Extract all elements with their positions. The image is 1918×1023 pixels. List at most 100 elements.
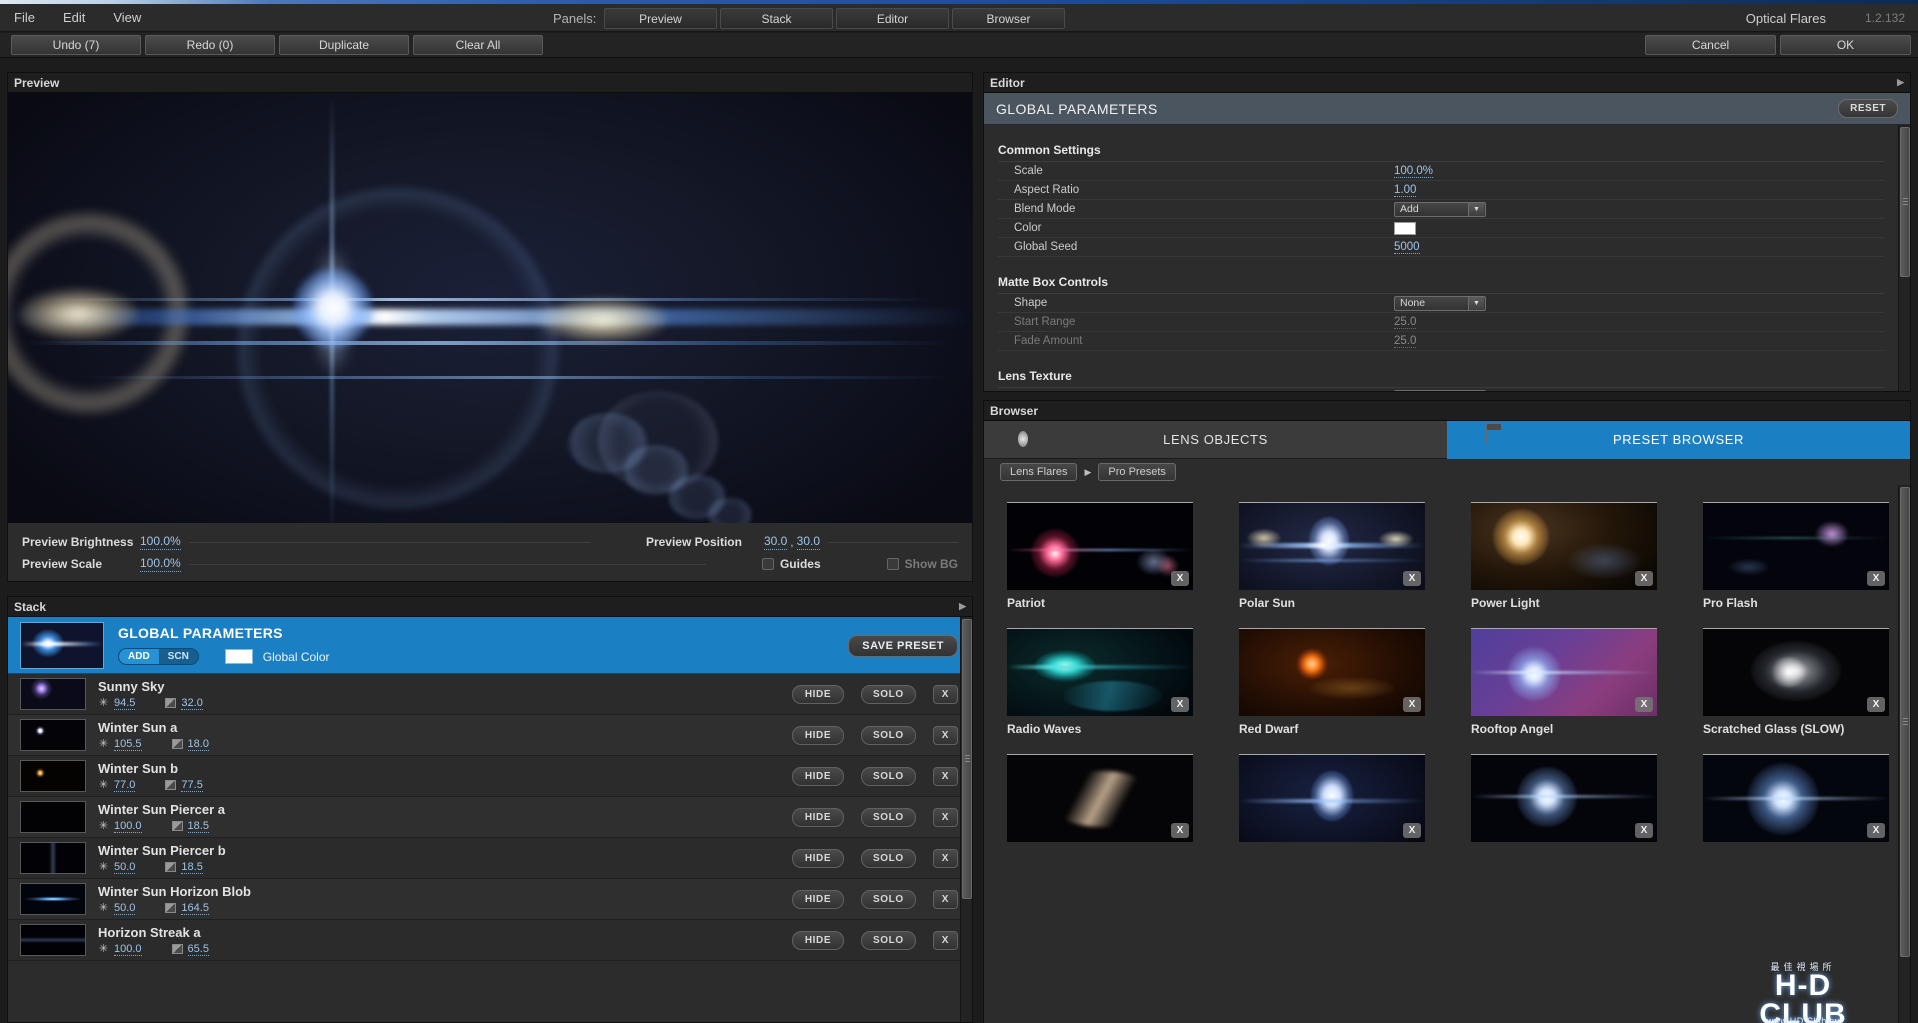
preset-thumbnail[interactable]: X [1239, 754, 1425, 842]
preview-position-x[interactable]: 30.0 [763, 534, 788, 550]
preset-thumbnail[interactable]: X [1007, 502, 1193, 590]
list-item[interactable]: X Power Light [1471, 502, 1657, 610]
tab-preset-browser[interactable]: PRESET BROWSER [1447, 421, 1910, 459]
blend-mode-select[interactable]: Add ▼ [1394, 201, 1486, 217]
panel-tab-stack[interactable]: Stack [720, 8, 833, 29]
editor-scrollbar-thumb[interactable] [1900, 127, 1910, 277]
preset-delete-icon[interactable]: X [1867, 697, 1885, 712]
preset-delete-icon[interactable]: X [1403, 823, 1421, 838]
layer-delete-button[interactable]: X [932, 930, 958, 950]
clear-all-button[interactable]: Clear All [413, 35, 543, 55]
list-item[interactable]: X Polar Sun [1239, 502, 1425, 610]
table-row[interactable]: Winter Sun Horizon Blob ✳ 50.0 164.5 HID… [8, 879, 972, 920]
preset-delete-icon[interactable]: X [1867, 571, 1885, 586]
layer-delete-button[interactable]: X [932, 807, 958, 827]
list-item[interactable]: X [1239, 754, 1425, 848]
menu-item-view[interactable]: View [99, 4, 155, 32]
editor-collapse-arrow-icon[interactable]: ▶ [1897, 77, 1904, 88]
show-bg-checkbox[interactable] [886, 558, 899, 570]
layer-brightness-value[interactable]: 77.0 [114, 779, 136, 792]
layer-solo-button[interactable]: SOLO [860, 889, 916, 909]
list-item[interactable]: X Red Dwarf [1239, 628, 1425, 736]
preset-thumbnail[interactable]: X [1239, 502, 1425, 590]
preset-thumbnail[interactable]: X [1703, 628, 1889, 716]
shape-select[interactable]: None ▼ [1394, 295, 1486, 311]
tab-lens-objects[interactable]: LENS OBJECTS [984, 421, 1447, 459]
blend-scn-toggle[interactable]: SCN [159, 649, 198, 664]
table-row[interactable]: Winter Sun Piercer b ✳ 50.0 18.5 HIDE SO… [8, 838, 972, 879]
layer-hide-button[interactable]: HIDE [791, 930, 844, 950]
list-item[interactable]: X Patriot [1007, 502, 1193, 610]
layer-solo-button[interactable]: SOLO [860, 807, 916, 827]
layer-solo-button[interactable]: SOLO [860, 684, 916, 704]
layer-delete-button[interactable]: X [932, 766, 958, 786]
undo-button[interactable]: Undo (7) [11, 35, 141, 55]
editor-scrollbar[interactable] [1898, 125, 1910, 391]
layer-solo-button[interactable]: SOLO [860, 930, 916, 950]
stack-scrollbar-thumb[interactable] [962, 619, 972, 899]
layer-size-value[interactable]: 65.5 [187, 943, 209, 956]
layer-delete-button[interactable]: X [932, 725, 958, 745]
preset-delete-icon[interactable]: X [1171, 697, 1189, 712]
layer-solo-button[interactable]: SOLO [860, 725, 916, 745]
preset-thumbnail[interactable]: X [1703, 754, 1889, 842]
param-row-blend-mode[interactable]: Blend Mode Add ▼ [998, 200, 1884, 219]
stack-global-parameters-row[interactable]: GLOBAL PARAMETERS ADD SCN Global Color S… [8, 617, 972, 674]
preset-thumbnail[interactable]: X [1471, 502, 1657, 590]
layer-delete-button[interactable]: X [932, 684, 958, 704]
texture-image-select[interactable]: None ▼ [1394, 389, 1486, 391]
global-color-swatch[interactable] [1394, 221, 1416, 235]
param-row-texture-image[interactable]: Texture Image None ▼ [998, 388, 1884, 391]
preview-position-y[interactable]: 30.0 [796, 534, 820, 550]
cancel-button[interactable]: Cancel [1645, 35, 1776, 55]
preset-delete-icon[interactable]: X [1635, 823, 1653, 838]
preview-render-canvas[interactable] [8, 93, 972, 544]
redo-button[interactable]: Redo (0) [145, 35, 275, 55]
ok-button[interactable]: OK [1780, 35, 1911, 55]
panel-tab-preview[interactable]: Preview [604, 8, 717, 29]
layer-brightness-value[interactable]: 50.0 [114, 861, 136, 874]
param-row-global-seed[interactable]: Global Seed 5000 [998, 238, 1884, 257]
preset-delete-icon[interactable]: X [1635, 697, 1653, 712]
param-value[interactable]: 100.0% [1394, 165, 1434, 178]
layer-hide-button[interactable]: HIDE [791, 766, 844, 786]
browser-scrollbar-thumb[interactable] [1900, 487, 1910, 957]
layer-size-value[interactable]: 77.5 [181, 779, 203, 792]
panel-tab-editor[interactable]: Editor [836, 8, 949, 29]
param-row-color[interactable]: Color [998, 219, 1884, 238]
layer-brightness-value[interactable]: 105.5 [114, 738, 142, 751]
layer-hide-button[interactable]: HIDE [791, 807, 844, 827]
list-item[interactable]: X Pro Flash [1703, 502, 1889, 610]
layer-hide-button[interactable]: HIDE [791, 725, 844, 745]
layer-size-value[interactable]: 18.5 [187, 820, 209, 833]
layer-hide-button[interactable]: HIDE [791, 848, 844, 868]
preset-delete-icon[interactable]: X [1171, 823, 1189, 838]
preset-delete-icon[interactable]: X [1403, 697, 1421, 712]
preset-thumbnail[interactable]: X [1471, 628, 1657, 716]
list-item[interactable]: X Scratched Glass (SLOW) [1703, 628, 1889, 736]
stack-scrollbar[interactable] [960, 617, 972, 1022]
table-row[interactable]: Winter Sun a ✳ 105.5 18.0 HIDE SOLO X [8, 715, 972, 756]
preset-thumbnail[interactable]: X [1703, 502, 1889, 590]
guides-checkbox[interactable] [761, 558, 774, 570]
layer-size-value[interactable]: 18.0 [187, 738, 209, 751]
preview-scale-value[interactable]: 100.0% [140, 556, 181, 572]
list-item[interactable]: X [1007, 754, 1193, 848]
param-row-shape[interactable]: Shape None ▼ [998, 294, 1884, 313]
layer-delete-button[interactable]: X [932, 848, 958, 868]
list-item[interactable]: X Radio Waves [1007, 628, 1193, 736]
layer-brightness-value[interactable]: 100.0 [114, 820, 142, 833]
list-item[interactable]: X [1471, 754, 1657, 848]
param-value[interactable]: 5000 [1394, 241, 1420, 254]
preset-delete-icon[interactable]: X [1171, 571, 1189, 586]
menu-item-edit[interactable]: Edit [49, 4, 99, 32]
duplicate-button[interactable]: Duplicate [279, 35, 409, 55]
layer-brightness-value[interactable]: 94.5 [114, 697, 136, 710]
preset-delete-icon[interactable]: X [1635, 571, 1653, 586]
table-row[interactable]: Horizon Streak a ✳ 100.0 65.5 HIDE SOLO … [8, 920, 972, 961]
layer-delete-button[interactable]: X [932, 889, 958, 909]
preset-thumbnail[interactable]: X [1007, 754, 1193, 842]
stack-collapse-arrow-icon[interactable]: ▶ [959, 601, 966, 612]
menu-item-file[interactable]: File [0, 4, 49, 32]
preset-thumbnail[interactable]: X [1239, 628, 1425, 716]
